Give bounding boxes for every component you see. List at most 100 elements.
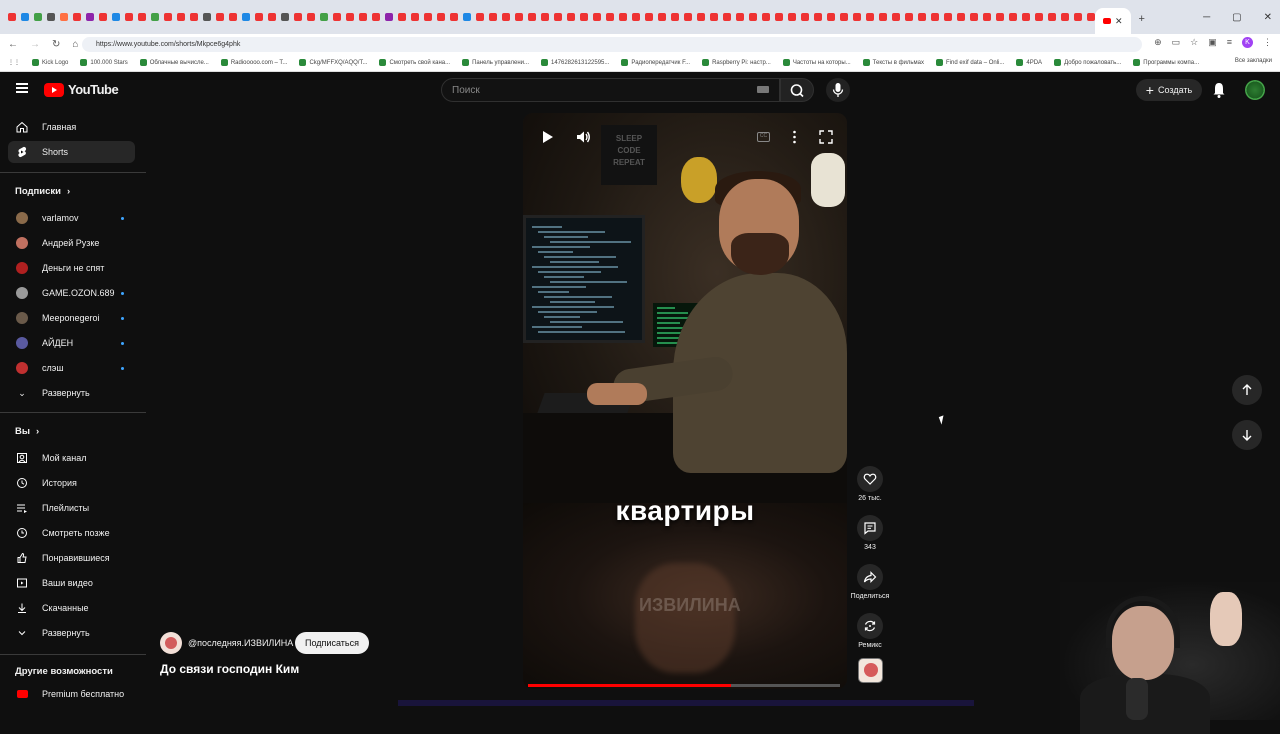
search-button[interactable] (780, 78, 814, 102)
tab-favicon[interactable] (827, 13, 835, 21)
notifications-bell-icon[interactable] (1211, 81, 1227, 99)
tab-favicon[interactable] (385, 13, 393, 21)
url-field[interactable]: https://www.youtube.com/shorts/Mkpce6g4p… (82, 37, 1142, 52)
tab-favicon[interactable] (34, 13, 42, 21)
tab-favicon[interactable] (502, 13, 510, 21)
bookmark-item[interactable]: Radiooooo.com – T... (220, 59, 287, 66)
tab-favicon[interactable] (1087, 13, 1095, 21)
sidebar-item-you[interactable]: Плейлисты (8, 497, 135, 519)
tab-favicon[interactable] (931, 13, 939, 21)
keyboard-icon[interactable] (757, 86, 769, 93)
create-button[interactable]: + Создать (1136, 79, 1202, 101)
sidebar-item-you[interactable]: Скачанные (8, 597, 135, 619)
subscription-item[interactable]: varlamov (8, 207, 135, 229)
volume-icon[interactable] (575, 129, 591, 145)
comments-action[interactable]: 343 (852, 515, 888, 551)
tab-favicon[interactable] (333, 13, 341, 21)
tab-favicon[interactable] (190, 13, 198, 21)
maximize-icon[interactable]: ▢ (1232, 12, 1241, 23)
tab-favicon[interactable] (346, 13, 354, 21)
fullscreen-icon[interactable] (819, 130, 833, 144)
apps-icon[interactable]: ⋮⋮ (8, 59, 20, 66)
like-button[interactable] (857, 466, 883, 492)
subscription-item[interactable]: Андрей Рузке (8, 232, 135, 254)
tab-favicon[interactable] (86, 13, 94, 21)
tab-favicon[interactable] (632, 13, 640, 21)
menu-icon[interactable]: ⋮ (1263, 37, 1272, 48)
bookmark-item[interactable]: Raspberry Pi: настр... (702, 59, 771, 66)
tab-favicon[interactable] (528, 13, 536, 21)
bookmark-item[interactable]: Смотреть свой кана... (379, 59, 450, 66)
tab-favicon[interactable] (60, 13, 68, 21)
extensions-icon[interactable]: ▣ (1208, 37, 1217, 48)
forward-icon[interactable]: → (30, 39, 40, 50)
subscription-item[interactable]: GAME.OZON.689 (8, 282, 135, 304)
tab-favicon[interactable] (138, 13, 146, 21)
bookmark-item[interactable]: 1476282613122595... (540, 59, 609, 66)
tab-favicon[interactable] (1035, 13, 1043, 21)
bookmark-item[interactable]: 4PDA (1016, 59, 1042, 66)
shorts-player[interactable]: SLEEP CODE REPEAT ИЗВИЛИНА квартиры CC (523, 113, 847, 689)
tab-favicon[interactable] (437, 13, 445, 21)
tab-favicon[interactable] (47, 13, 55, 21)
bookmark-item[interactable]: Радиопередатчик F... (621, 59, 690, 66)
tab-favicon[interactable] (723, 13, 731, 21)
comments-button[interactable] (857, 515, 883, 541)
remix-action[interactable]: Ремикс (852, 613, 888, 649)
tab-favicon[interactable] (151, 13, 159, 21)
voice-search-button[interactable] (826, 78, 850, 102)
tab-favicon[interactable] (307, 13, 315, 21)
tab-favicon[interactable] (606, 13, 614, 21)
tab-favicon[interactable] (359, 13, 367, 21)
sidebar-item-you[interactable]: История (8, 472, 135, 494)
tab-favicon[interactable] (970, 13, 978, 21)
bookmark-star-icon[interactable]: ☆ (1190, 37, 1198, 48)
tab-favicon[interactable] (281, 13, 289, 21)
cast-icon[interactable]: ▭ (1172, 37, 1181, 48)
bookmark-item[interactable]: Добро пожаловать... (1054, 59, 1121, 66)
tab-favicon[interactable] (619, 13, 627, 21)
video-progress-bar[interactable] (528, 684, 840, 687)
tab-favicon[interactable] (541, 13, 549, 21)
tab-favicon[interactable] (996, 13, 1004, 21)
tab-favicon[interactable] (476, 13, 484, 21)
tab-favicon[interactable] (177, 13, 185, 21)
tab-favicon[interactable] (710, 13, 718, 21)
next-short-button[interactable] (1232, 420, 1262, 450)
search-input[interactable] (441, 78, 780, 102)
bookmark-item[interactable]: Тексты в фильмах (862, 59, 924, 66)
video-title[interactable]: До связи господин Ким (160, 662, 299, 676)
tab-favicon[interactable] (957, 13, 965, 21)
tab-favicon[interactable] (450, 13, 458, 21)
sidebar-item-premium[interactable]: Premium бесплатно (8, 683, 135, 705)
tab-favicon[interactable] (866, 13, 874, 21)
tab-favicon[interactable] (775, 13, 783, 21)
tab-favicon[interactable] (8, 13, 16, 21)
tab-favicon[interactable] (567, 13, 575, 21)
tab-favicon[interactable] (515, 13, 523, 21)
tab-favicon[interactable] (801, 13, 809, 21)
tab-favicon[interactable] (1009, 13, 1017, 21)
tab-favicon[interactable] (788, 13, 796, 21)
bookmark-item[interactable]: Панель управлени... (462, 59, 529, 66)
tab-favicon[interactable] (697, 13, 705, 21)
tab-favicon[interactable] (125, 13, 133, 21)
previous-short-button[interactable] (1232, 375, 1262, 405)
tab-favicon[interactable] (918, 13, 926, 21)
tab-favicon[interactable] (489, 13, 497, 21)
tab-favicon[interactable] (736, 13, 744, 21)
tab-favicon[interactable] (294, 13, 302, 21)
tab-favicon[interactable] (593, 13, 601, 21)
tab-favicon[interactable] (398, 13, 406, 21)
tab-favicon[interactable] (73, 13, 81, 21)
channel-name[interactable]: @последняя.ИЗВИЛИНА (188, 638, 293, 648)
sidebar-item-you[interactable]: Смотреть позже (8, 522, 135, 544)
bookmark-item[interactable]: Ckg/MFFXQ/AQQ/T... (299, 59, 367, 66)
tab-favicon[interactable] (840, 13, 848, 21)
remix-button[interactable] (857, 613, 883, 639)
subscription-item[interactable]: АЙДЕН (8, 332, 135, 354)
tab-favicon[interactable] (99, 13, 107, 21)
subscriptions-header[interactable]: Подписки › (15, 186, 70, 197)
all-bookmarks[interactable]: Все закладки (1228, 58, 1272, 64)
tab-favicon[interactable] (268, 13, 276, 21)
